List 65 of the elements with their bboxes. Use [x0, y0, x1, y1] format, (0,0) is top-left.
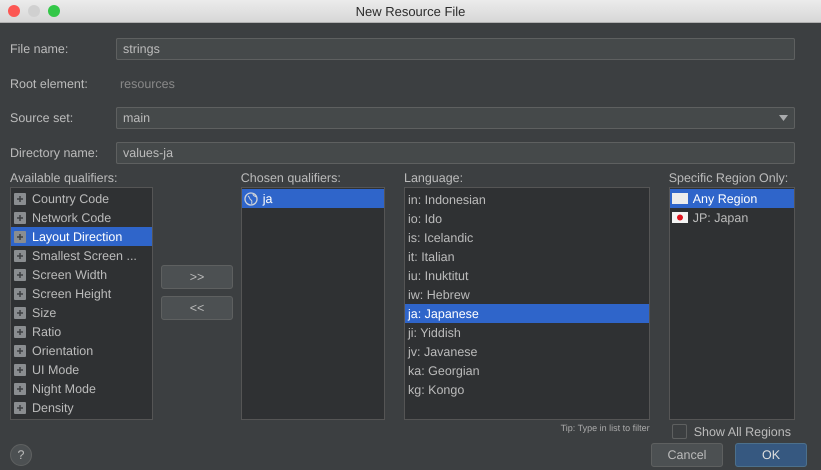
window-title: New Resource File — [356, 4, 466, 18]
qualifier-icon — [13, 362, 27, 376]
qualifier-icon — [13, 344, 27, 358]
show-all-regions-checkbox[interactable]: Show All Regions — [668, 424, 796, 439]
qualifier-icon — [13, 306, 27, 320]
globe-icon — [244, 192, 258, 206]
text-field[interactable]: strings — [116, 38, 795, 60]
help-button[interactable]: ? — [10, 444, 32, 466]
minimize-icon[interactable] — [28, 5, 40, 17]
zoom-icon[interactable] — [48, 5, 60, 17]
qualifier-item[interactable]: Smallest Screen ... — [11, 246, 152, 265]
column-label: Chosen qualifiers: — [240, 170, 342, 187]
language-item[interactable]: io: Ido — [405, 209, 649, 228]
cancel-button[interactable]: Cancel — [651, 443, 723, 467]
language-item[interactable]: kg: Kongo — [405, 380, 649, 399]
qualifier-item[interactable]: Orientation — [11, 341, 152, 360]
language-item[interactable]: ja: Japanese — [405, 304, 649, 323]
move-button[interactable]: >> — [161, 265, 233, 289]
language-item[interactable]: it: Italian — [405, 247, 649, 266]
qualifier-item[interactable]: Density — [11, 398, 152, 417]
language-item[interactable]: ji: Yiddish — [405, 323, 649, 342]
qualifier-icon — [13, 286, 27, 300]
qualifier-item[interactable]: Screen Width — [11, 265, 152, 284]
ok-button[interactable]: OK — [735, 443, 807, 467]
field-label: Source set: — [10, 111, 74, 126]
column-label: Language: — [404, 170, 464, 187]
qualifier-icon — [13, 192, 27, 206]
language-item[interactable]: in: Indonesian — [405, 190, 649, 209]
qualifier-item[interactable]: Country Code — [11, 189, 152, 208]
qualifier-icon — [13, 400, 27, 414]
column-label: Available qualifiers: — [10, 170, 118, 187]
field-label: Directory name: — [10, 146, 100, 160]
qualifier-item[interactable]: Screen Height — [11, 284, 152, 303]
caret-icon — [779, 115, 788, 122]
qualifier-item[interactable]: ja — [242, 189, 384, 208]
qualifier-item[interactable]: UI Mode — [11, 360, 152, 379]
qualifier-item[interactable]: Ratio — [11, 322, 152, 341]
move-button[interactable]: << — [161, 296, 233, 320]
column-label: Specific Region Only: — [668, 170, 790, 187]
region-item[interactable]: Any Region — [670, 189, 794, 208]
region-item[interactable]: JP: Japan — [670, 208, 794, 227]
qualifier-icon — [13, 210, 27, 224]
qualifier-item[interactable]: Night Mode — [11, 379, 152, 398]
text-field[interactable]: values-ja — [116, 142, 795, 164]
language-item[interactable]: jv: Javanese — [405, 342, 649, 361]
qualifier-item[interactable]: Size — [11, 303, 152, 322]
dropdown-field[interactable]: main — [116, 107, 795, 130]
language-item[interactable]: ka: Georgian — [405, 361, 649, 380]
qualifier-icon — [13, 248, 27, 262]
language-item[interactable]: iw: Hebrew — [405, 285, 649, 304]
tip-text: Tip: Type in list to filter — [560, 423, 650, 433]
blank-flag-icon — [672, 193, 688, 204]
field-label: File name: — [10, 42, 70, 56]
field-value: resources — [119, 76, 175, 91]
language-item[interactable]: iu: Inuktitut — [405, 266, 649, 285]
qualifier-icon — [13, 382, 27, 396]
qualifier-item[interactable]: Layout Direction — [11, 227, 152, 246]
flag-icon — [672, 212, 688, 223]
qualifier-icon — [13, 230, 27, 244]
close-icon[interactable] — [8, 5, 20, 17]
qualifier-icon — [13, 268, 27, 282]
field-label: Root element: — [10, 76, 89, 91]
language-item[interactable]: is: Icelandic — [405, 228, 649, 247]
qualifier-item[interactable]: Network Code — [11, 208, 152, 227]
qualifier-icon — [13, 324, 27, 338]
